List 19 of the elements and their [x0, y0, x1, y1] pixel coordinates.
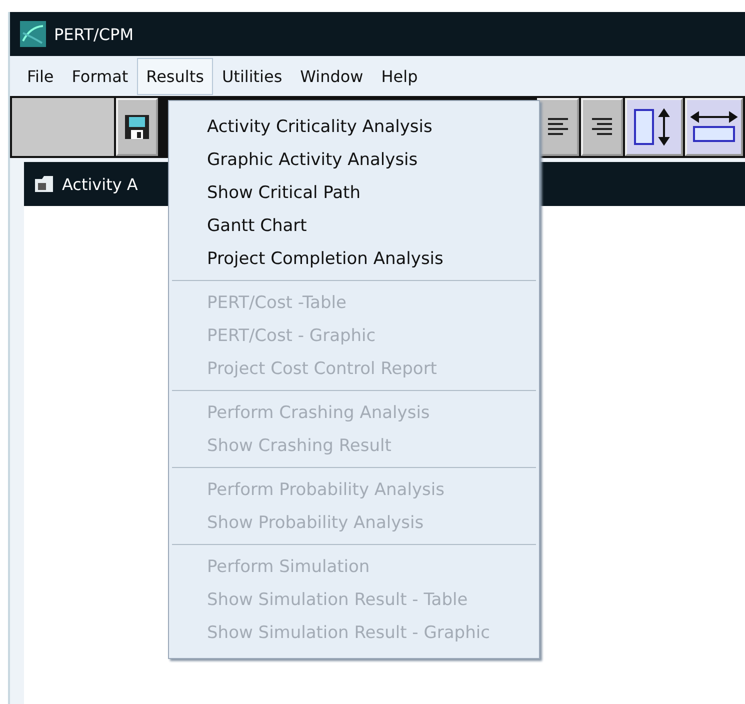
window-title: PERT/CPM: [54, 24, 134, 44]
save-icon-button[interactable]: [116, 98, 158, 156]
menu-item[interactable]: Help: [372, 58, 427, 94]
menu-item[interactable]: File: [18, 58, 63, 94]
align-right-button[interactable]: [581, 98, 623, 156]
app-icon: [20, 21, 46, 47]
resize-height-button[interactable]: [625, 98, 683, 156]
menu-item[interactable]: Window: [291, 58, 372, 94]
menu-option[interactable]: Show Critical Path: [169, 177, 539, 210]
menu-option[interactable]: Gantt Chart: [169, 210, 539, 243]
child-window-title: Activity A: [62, 174, 138, 194]
menu-item[interactable]: Format: [62, 58, 138, 94]
menu-option[interactable]: Graphic Activity Analysis: [169, 144, 539, 177]
align-text-button[interactable]: [537, 98, 579, 156]
menu-option[interactable]: Project Completion Analysis: [169, 243, 539, 276]
menu-item[interactable]: Utilities: [212, 58, 292, 94]
resize-width-button[interactable]: [685, 98, 743, 156]
menu-item[interactable]: Results: [137, 58, 213, 94]
folder-icon: [34, 175, 54, 193]
